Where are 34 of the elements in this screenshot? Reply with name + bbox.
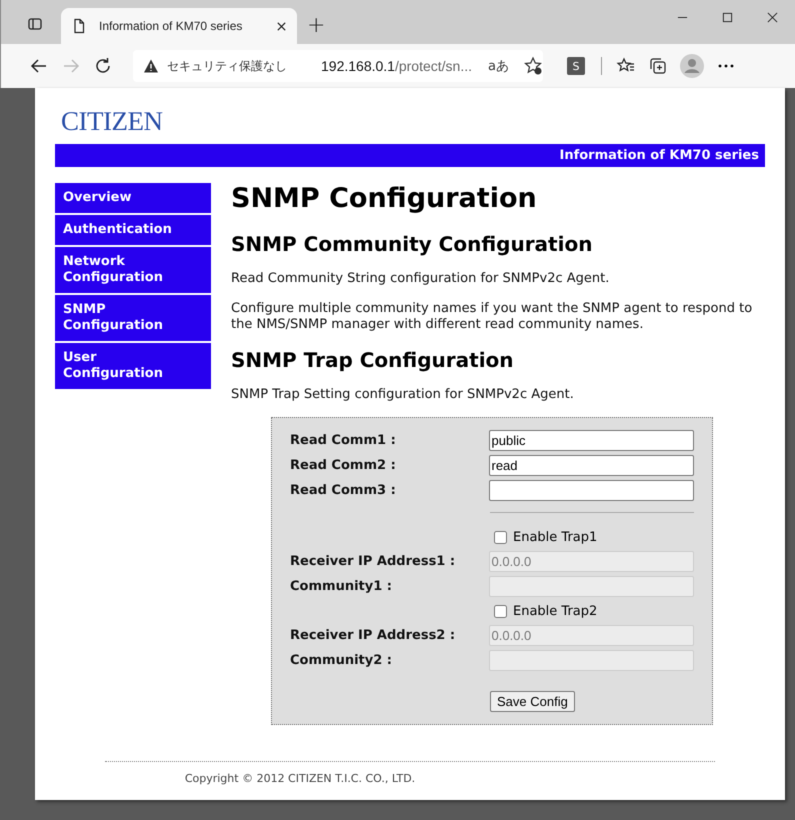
- field-label: Read Comm2 :: [290, 458, 397, 473]
- field-label: Read Comm1 :: [290, 433, 397, 448]
- extension-button[interactable]: S: [567, 57, 585, 75]
- field-label: Read Comm3 :: [290, 483, 397, 498]
- save-button[interactable]: Save Config: [490, 691, 575, 712]
- field-label: Community2 :: [290, 653, 393, 668]
- sidebar-item[interactable]: Overview: [55, 183, 211, 213]
- banner: Information of KM70 series: [55, 144, 765, 167]
- security-label: セキュリティ保護なし: [167, 58, 287, 74]
- sidebar-item[interactable]: User Configuration: [55, 343, 211, 389]
- field-label: Community1 :: [290, 579, 393, 594]
- paragraph: SNMP Trap Setting configuration for SNMPv2c Agent.: [231, 387, 575, 403]
- paragraph: Read Community String configuration for SNMPv2c Agent.: [231, 271, 610, 287]
- paragraph: Configure multiple community names if you want the SNMP agent to respond to the NMS/SNMP manager with different read community names.: [231, 301, 754, 333]
- section-heading: SNMP Community Configuration: [231, 231, 594, 257]
- browser-tab[interactable]: Information of KM70 series: [61, 8, 297, 44]
- sidebar-item[interactable]: Authentication: [55, 215, 211, 245]
- checkbox-label: Enable Trap2: [513, 604, 598, 618]
- page-title: SNMP Configuration: [231, 183, 538, 215]
- logo: CITIZEN: [61, 106, 162, 136]
- read-aloud-button[interactable]: aあ: [488, 57, 509, 75]
- input-field[interactable]: read: [488, 455, 694, 476]
- tab-title: Information of KM70 series: [99, 19, 244, 33]
- sidebar-item[interactable]: SNMP Configuration: [55, 295, 211, 341]
- section-heading: SNMP Trap Configuration: [231, 347, 515, 373]
- sidebar-item[interactable]: Network Configuration: [55, 247, 211, 293]
- new-tab-button[interactable]: +: [303, 13, 330, 38]
- url-text: 192.168.0.1/protect/sn...: [321, 58, 472, 74]
- field-label: Receiver IP Address2 :: [290, 628, 456, 643]
- field-label: Receiver IP Address1 :: [290, 554, 456, 569]
- address-bar[interactable]: セキュリティ保護なし 192.168.0.1/protect/sn... aあ: [133, 50, 543, 82]
- input-field[interactable]: public: [488, 430, 694, 451]
- checkbox-label: Enable Trap1: [513, 530, 598, 544]
- copyright-text: Copyright © 2012 CITIZEN T.I.C. CO., LTD.: [184, 772, 416, 785]
